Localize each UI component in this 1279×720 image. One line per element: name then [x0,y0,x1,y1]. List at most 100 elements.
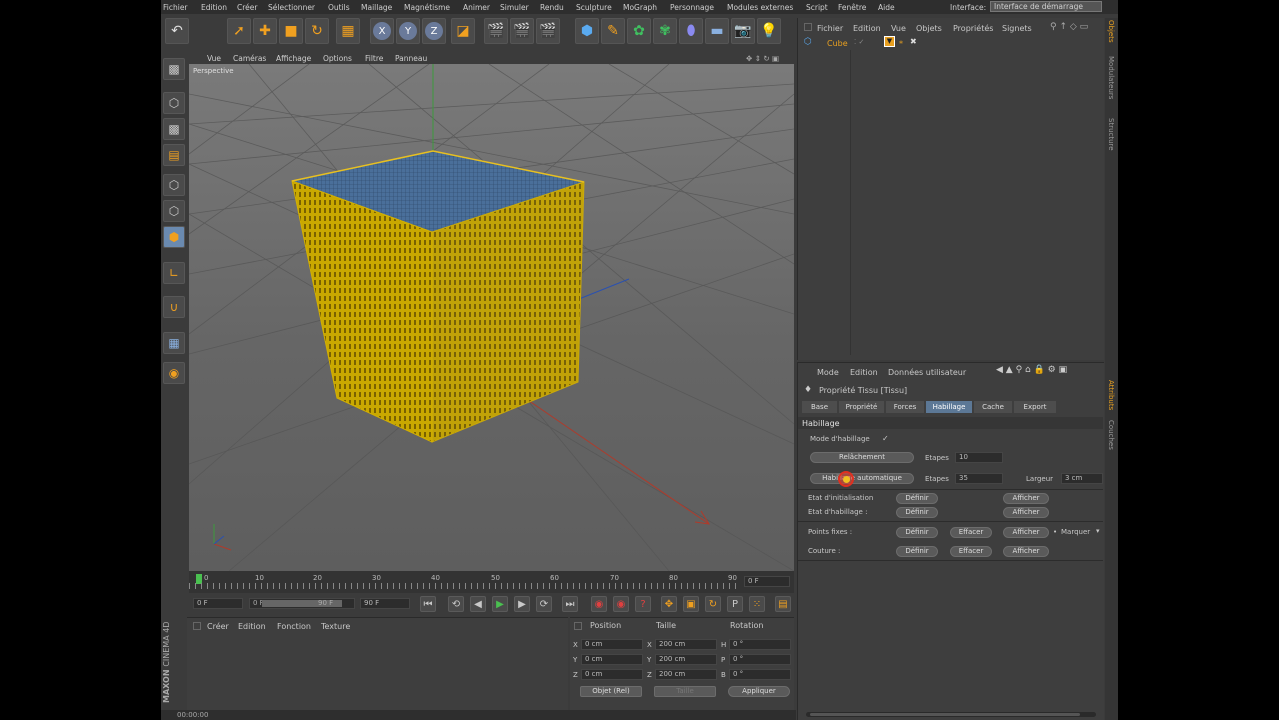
obj-menu-objets[interactable]: Objets [916,24,942,33]
autokey-button[interactable]: ◉ [613,596,629,612]
snap-button[interactable]: ∪ [163,296,185,318]
object-name-cube[interactable]: Cube [827,39,848,48]
menu-modules-externes[interactable]: Modules externes [727,3,793,12]
points-mode-button[interactable]: ⬡ [163,174,185,196]
mark-dropdown-icon[interactable]: ▾ [1096,527,1100,535]
pos-y-field[interactable]: 0 cm [581,654,643,665]
vp-menu-filtre[interactable]: Filtre [365,54,383,63]
edges-mode-button[interactable]: ⬡ [163,200,185,222]
vp-menu-panneau[interactable]: Panneau [395,54,427,63]
tab-attributs[interactable]: Attributs [1107,380,1115,410]
dress-define-button[interactable]: Définir [896,507,938,518]
visibility-dots-icon[interactable]: ⁚ ✓ [854,38,864,46]
seam-show-button[interactable]: Afficher [1003,546,1049,557]
generators-button[interactable]: ✿ [627,18,651,44]
vp-menu-options[interactable]: Options [323,54,352,63]
mode-habillage-check[interactable]: ✓ [882,434,889,443]
cloth-tag-icon[interactable]: ▼ [884,36,895,47]
goto-end-button[interactable]: ⏭ [562,596,578,612]
viewport-3d[interactable]: Perspective [189,64,794,571]
fixed-erase-button[interactable]: Effacer [950,527,992,538]
rot-h-field[interactable]: 0 ° [729,639,791,650]
locked-workplane-button[interactable]: ◉ [163,362,185,384]
rotate-tool-button[interactable]: ↻ [305,18,329,44]
render-picture-viewer-button[interactable]: 🎬 [510,18,534,44]
render-settings-button[interactable]: 🎬 [536,18,560,44]
prev-key-button[interactable]: ⟲ [448,596,464,612]
menu-mograph[interactable]: MoGraph [623,3,657,12]
keyframe-selection-button[interactable]: ? [635,596,651,612]
model-mode-button[interactable]: ⬡ [163,92,185,114]
tab-modulateurs[interactable]: Modulateurs [1107,56,1115,99]
scale-tool-button[interactable]: ■ [279,18,303,44]
tab-habillage[interactable]: Habillage [926,401,972,413]
tag-icon[interactable]: ⁎ [899,37,903,46]
init-show-button[interactable]: Afficher [1003,493,1049,504]
cube-object-button[interactable]: ⬢ [575,18,599,44]
record-button[interactable]: ◉ [591,596,607,612]
key-position-button[interactable]: ✥ [661,596,677,612]
tab-export[interactable]: Export [1014,401,1056,413]
mat-menu-fonction[interactable]: Fonction [277,622,311,631]
menu-animer[interactable]: Animer [463,3,490,12]
axis-mode-button[interactable]: ∟ [163,262,185,284]
menu-personnage[interactable]: Personnage [670,3,714,12]
menu-edition[interactable]: Edition [201,3,227,12]
attr-menu-edition[interactable]: Edition [850,368,878,377]
move-tool-button[interactable]: ✚ [253,18,277,44]
tab-objets[interactable]: Objets [1107,20,1115,43]
timeline-window-button[interactable]: ▤ [775,596,791,612]
object-row-cube[interactable]: ⬡ Cube ⁚ ✓ ▼ ⁎ ✖ [802,36,1102,49]
fixed-show-button[interactable]: Afficher [1003,527,1049,538]
select-tool-button[interactable]: ➚ [227,18,251,44]
mat-menu-edition[interactable]: Edition [238,622,266,631]
menu-script[interactable]: Script [806,3,828,12]
mark-label[interactable]: Marquer [1061,528,1090,536]
axis-x-button[interactable]: X [370,18,394,44]
viewport-nav-icons[interactable]: ✥ ⇕ ↻ ▣ [746,54,779,63]
render-view-button[interactable]: 🎬 [484,18,508,44]
attr-menu-donnees[interactable]: Données utilisateur [888,368,966,377]
size-mode-select[interactable]: Taille [654,686,716,697]
camera-button[interactable]: 📷 [731,18,755,44]
vp-menu-vue[interactable]: Vue [207,54,221,63]
interface-select[interactable]: Interface de démarrage [990,1,1102,12]
fixed-define-button[interactable]: Définir [896,527,938,538]
menu-selectionner[interactable]: Sélectionner [268,3,315,12]
tab-structure[interactable]: Structure [1107,118,1115,151]
menu-fenetre[interactable]: Fenêtre [838,3,866,12]
menu-fichier[interactable]: Fichier [163,3,188,12]
relax-button[interactable]: Relâchement [810,452,914,463]
tab-couches[interactable]: Couches [1107,420,1115,450]
horizontal-scrollbar[interactable] [806,712,1096,717]
scrollbar-thumb[interactable] [810,713,1080,716]
menu-magnetisme[interactable]: Magnétisme [404,3,450,12]
spline-button[interactable]: ✎ [601,18,625,44]
floor-grid-button[interactable]: ▦ [163,332,185,354]
axis-z-button[interactable]: Z [422,18,446,44]
goto-start-button[interactable]: ⏮ [420,596,436,612]
apply-button[interactable]: Appliquer [728,686,790,697]
undo-button[interactable]: ↶ [165,18,189,44]
current-frame-field[interactable]: 0 F [744,576,790,587]
obj-menu-proprietes[interactable]: Propriétés [953,24,993,33]
obj-manager-tools-icon[interactable]: ⚲ ↑ ◇ ▭ [1050,22,1088,32]
seam-erase-button[interactable]: Effacer [950,546,992,557]
obj-menu-signets[interactable]: Signets [1002,24,1032,33]
size-y-field[interactable]: 200 cm [655,654,717,665]
init-define-button[interactable]: Définir [896,493,938,504]
obj-menu-vue[interactable]: Vue [891,24,906,33]
recent-tools-button[interactable]: ▦ [336,18,360,44]
obj-menu-edition[interactable]: Edition [853,24,881,33]
start-frame-field[interactable]: 0 F [193,598,243,609]
tab-base[interactable]: Base [802,401,837,413]
prev-frame-button[interactable]: ◀ [470,596,486,612]
key-rotation-button[interactable]: ↻ [705,596,721,612]
play-button[interactable]: ▶ [492,596,508,612]
key-scale-button[interactable]: ▣ [683,596,699,612]
make-editable-button[interactable]: ▩ [163,58,185,80]
etapes-auto-field[interactable]: 35 [955,473,1003,484]
dress-show-button[interactable]: Afficher [1003,507,1049,518]
menu-rendu[interactable]: Rendu [540,3,564,12]
auto-dress-button[interactable]: Habillage automatique [810,473,914,484]
